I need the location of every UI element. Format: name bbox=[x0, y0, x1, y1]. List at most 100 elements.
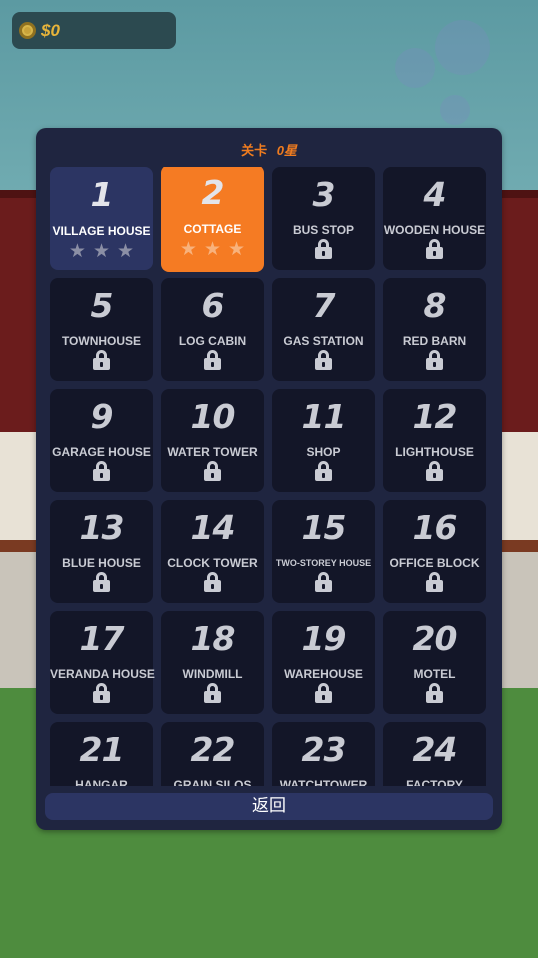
star-icon: ★ bbox=[228, 238, 246, 260]
lock-icon bbox=[93, 572, 110, 592]
level-number: 13 bbox=[79, 508, 125, 547]
level-select-panel: 关卡 0星 1 VILLAGE HOUSE ★ ★ ★ 2 COTTAGE ★ ★ ★ 3 BUS S… bbox=[36, 128, 502, 830]
level-tile-15[interactable]: 15 TWO-STOREY HOUSE bbox=[272, 500, 375, 603]
level-tile-4[interactable]: 4 WOODEN HOUSE bbox=[383, 167, 486, 270]
level-number: 12 bbox=[412, 397, 458, 436]
lock-icon bbox=[426, 572, 443, 592]
panel-title: 关卡 bbox=[241, 143, 268, 158]
level-number: 2 bbox=[201, 173, 225, 212]
level-tile-19[interactable]: 19 WAREHOUSE bbox=[272, 611, 375, 714]
level-name: TWO-STOREY HOUSE bbox=[275, 558, 372, 568]
level-number: 23 bbox=[301, 730, 347, 769]
level-tile-24[interactable]: 24 FACTORY bbox=[383, 722, 486, 786]
lock-icon bbox=[426, 350, 443, 370]
level-number: 15 bbox=[301, 508, 347, 547]
level-name: SHOP bbox=[306, 445, 341, 459]
level-tile-22[interactable]: 22 GRAIN SILOS bbox=[161, 722, 264, 786]
star-rating: ★ ★ ★ bbox=[161, 240, 264, 259]
level-tile-1[interactable]: 1 VILLAGE HOUSE ★ ★ ★ bbox=[50, 167, 153, 270]
level-name: VERANDA HOUSE bbox=[50, 667, 155, 681]
level-tile-16[interactable]: 16 OFFICE BLOCK bbox=[383, 500, 486, 603]
lock-icon bbox=[315, 239, 332, 259]
lock-icon bbox=[315, 461, 332, 481]
level-grid-scroll[interactable]: 1 VILLAGE HOUSE ★ ★ ★ 2 COTTAGE ★ ★ ★ 3 BUS STOP 4 WO… bbox=[50, 167, 488, 786]
star-icon: ★ bbox=[203, 238, 222, 260]
level-tile-8[interactable]: 8 RED BARN bbox=[383, 278, 486, 381]
level-number: 5 bbox=[90, 286, 114, 325]
level-number: 7 bbox=[312, 286, 336, 325]
level-number: 16 bbox=[412, 508, 458, 547]
star-icon: ★ bbox=[117, 240, 135, 262]
level-tile-3[interactable]: 3 BUS STOP bbox=[272, 167, 375, 270]
level-name: WAREHOUSE bbox=[284, 667, 363, 681]
level-number: 3 bbox=[312, 175, 336, 214]
level-number: 1 bbox=[90, 175, 114, 214]
level-number: 22 bbox=[190, 730, 236, 769]
level-name: COTTAGE bbox=[183, 222, 242, 236]
star-rating: ★ ★ ★ bbox=[50, 242, 153, 261]
level-name: LOG CABIN bbox=[178, 334, 247, 348]
level-name: VILLAGE HOUSE bbox=[52, 224, 151, 238]
level-name: OFFICE BLOCK bbox=[389, 556, 480, 570]
level-tile-14[interactable]: 14 CLOCK TOWER bbox=[161, 500, 264, 603]
level-tile-18[interactable]: 18 WINDMILL bbox=[161, 611, 264, 714]
level-tile-20[interactable]: 20 MOTEL bbox=[383, 611, 486, 714]
cloud bbox=[435, 20, 490, 75]
level-tile-9[interactable]: 9 GARAGE HOUSE bbox=[50, 389, 153, 492]
lock-icon bbox=[426, 461, 443, 481]
level-tile-2[interactable]: 2 COTTAGE ★ ★ ★ bbox=[161, 167, 264, 272]
coin-counter: $0 bbox=[12, 12, 176, 49]
level-name: MOTEL bbox=[413, 667, 456, 681]
level-number: 17 bbox=[79, 619, 125, 658]
lock-icon bbox=[204, 572, 221, 592]
level-number: 20 bbox=[412, 619, 458, 658]
level-number: 24 bbox=[412, 730, 458, 769]
level-name: BLUE HOUSE bbox=[62, 556, 141, 570]
level-name: WOODEN HOUSE bbox=[383, 223, 486, 237]
level-name: GARAGE HOUSE bbox=[52, 445, 151, 459]
level-tile-7[interactable]: 7 GAS STATION bbox=[272, 278, 375, 381]
cloud bbox=[440, 95, 470, 125]
level-tile-6[interactable]: 6 LOG CABIN bbox=[161, 278, 264, 381]
coin-amount: $0 bbox=[41, 20, 60, 40]
level-name: FACTORY bbox=[406, 778, 463, 786]
level-tile-23[interactable]: 23 WATCHTOWER bbox=[272, 722, 375, 786]
level-number: 14 bbox=[190, 508, 236, 547]
lock-icon bbox=[93, 683, 110, 703]
level-tile-12[interactable]: 12 LIGHTHOUSE bbox=[383, 389, 486, 492]
level-tile-17[interactable]: 17 VERANDA HOUSE bbox=[50, 611, 155, 714]
lock-icon bbox=[426, 683, 443, 703]
level-number: 10 bbox=[190, 397, 236, 436]
level-number: 18 bbox=[190, 619, 236, 658]
level-number: 4 bbox=[423, 175, 447, 214]
level-number: 19 bbox=[301, 619, 347, 658]
level-name: BUS STOP bbox=[292, 223, 355, 237]
level-number: 8 bbox=[423, 286, 447, 325]
star-icon: ★ bbox=[68, 240, 86, 262]
level-name: TOWNHOUSE bbox=[61, 334, 142, 348]
level-grid: 1 VILLAGE HOUSE ★ ★ ★ 2 COTTAGE ★ ★ ★ 3 BUS STOP 4 WO… bbox=[50, 167, 488, 786]
lock-icon bbox=[204, 350, 221, 370]
level-number: 9 bbox=[90, 397, 114, 436]
lock-icon bbox=[315, 683, 332, 703]
total-stars: 0星 bbox=[276, 143, 297, 158]
cloud bbox=[395, 48, 435, 88]
coin-icon bbox=[19, 22, 36, 39]
level-name: HANGAR bbox=[75, 778, 128, 786]
level-number: 11 bbox=[301, 397, 347, 436]
level-name: RED BARN bbox=[402, 334, 467, 348]
level-name: CLOCK TOWER bbox=[167, 556, 258, 570]
star-icon: ★ bbox=[179, 238, 197, 260]
level-tile-11[interactable]: 11 SHOP bbox=[272, 389, 375, 492]
level-tile-10[interactable]: 10 WATER TOWER bbox=[161, 389, 264, 492]
level-name: GRAIN SILOS bbox=[173, 778, 252, 786]
level-name: WINDMILL bbox=[182, 667, 243, 681]
level-tile-13[interactable]: 13 BLUE HOUSE bbox=[50, 500, 153, 603]
lock-icon bbox=[315, 572, 332, 592]
panel-header: 关卡 0星 bbox=[36, 140, 502, 159]
level-tile-5[interactable]: 5 TOWNHOUSE bbox=[50, 278, 153, 381]
level-tile-21[interactable]: 21 HANGAR bbox=[50, 722, 153, 786]
star-icon: ★ bbox=[92, 240, 111, 262]
level-name: GAS STATION bbox=[283, 334, 364, 348]
back-button[interactable]: 返回 bbox=[45, 793, 493, 820]
